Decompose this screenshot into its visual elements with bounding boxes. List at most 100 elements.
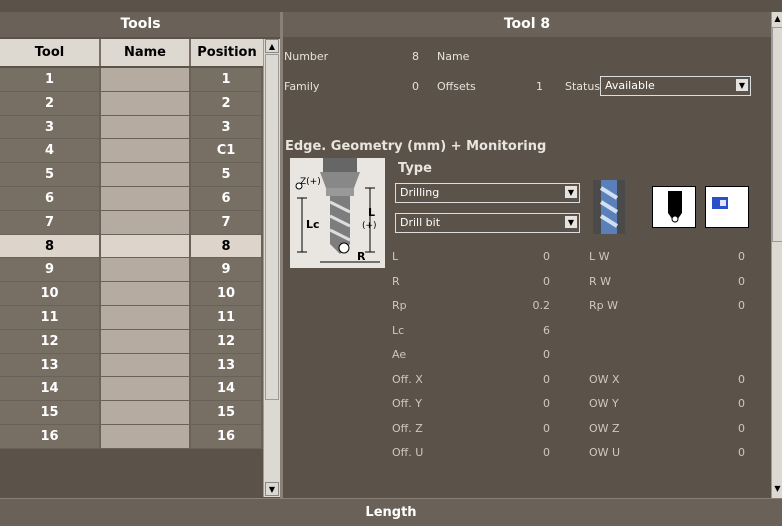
param-value[interactable]: 0.2: [495, 299, 551, 312]
table-row[interactable]: 14 14: [0, 377, 263, 402]
table-row[interactable]: 13 13: [0, 353, 263, 378]
name-cell: [101, 258, 191, 282]
tool-holder-icon[interactable]: [652, 186, 696, 228]
number-label: Number: [284, 50, 329, 63]
status-select[interactable]: Available ▼: [600, 76, 751, 96]
table-row[interactable]: 33: [0, 115, 263, 140]
detail-scrollbar[interactable]: ▲ ▼: [771, 12, 782, 498]
param-value[interactable]: 0: [695, 446, 745, 459]
param-label: OW Z: [589, 421, 620, 435]
chevron-down-icon[interactable]: ▼: [735, 78, 749, 92]
name-cell: [101, 68, 191, 91]
detail-scroll-thumb[interactable]: [772, 27, 782, 242]
status-select-value: Available: [605, 79, 655, 92]
name-cell: [101, 163, 191, 186]
position-cell: 13: [191, 353, 263, 377]
position-cell: 15: [191, 401, 263, 424]
param-value[interactable]: 0: [495, 373, 550, 386]
table-row[interactable]: 11 11: [0, 305, 263, 330]
scroll-up-arrow-icon[interactable]: ▲: [772, 12, 782, 26]
scroll-down-arrow-icon[interactable]: ▼: [265, 482, 279, 496]
tool-cell: 7: [0, 210, 101, 234]
tool-orientation-icon[interactable]: [705, 186, 749, 228]
param-value[interactable]: 0: [495, 397, 550, 410]
param-label: Off. Y: [392, 397, 422, 410]
position-cell: 14: [191, 377, 263, 401]
param-value[interactable]: 0: [495, 422, 550, 435]
table-row[interactable]: 66: [0, 186, 263, 211]
tool-cell: 14: [0, 377, 101, 401]
tool-cell: 8: [0, 234, 101, 258]
family-value[interactable]: 0: [400, 80, 419, 93]
table-row[interactable]: 55: [0, 163, 263, 187]
position-cell: 5: [191, 163, 263, 186]
family-label: Family: [284, 80, 320, 93]
param-value[interactable]: 0: [695, 373, 745, 386]
column-header-position[interactable]: Position: [191, 39, 263, 66]
tools-table-header: Tool Name Position: [0, 39, 263, 66]
subtype-select[interactable]: Drill bit ▼: [395, 213, 580, 233]
position-cell: C1: [191, 139, 263, 163]
table-row[interactable]: 10 10: [0, 282, 263, 306]
chevron-down-icon[interactable]: ▼: [564, 215, 578, 229]
param-value[interactable]: 0: [495, 275, 550, 288]
param-label: R: [392, 274, 400, 288]
param-value[interactable]: 0: [695, 275, 745, 288]
name-cell: [101, 115, 191, 139]
tool-cell: 13: [0, 353, 101, 377]
column-header-tool[interactable]: Tool: [0, 39, 101, 66]
number-value: 8: [412, 50, 419, 63]
param-label: OW U: [589, 446, 621, 459]
tool-cell: 16: [0, 424, 101, 448]
chevron-down-icon[interactable]: ▼: [564, 185, 578, 199]
tool-cell: 5: [0, 163, 101, 186]
position-cell: 2: [191, 91, 263, 115]
table-row[interactable]: 4 C1: [0, 139, 263, 164]
param-label: OW Y: [589, 397, 619, 410]
l-label: L: [368, 206, 375, 219]
param-value[interactable]: 0: [695, 422, 745, 435]
param-value[interactable]: 6: [495, 324, 550, 337]
param-value[interactable]: 0: [695, 397, 745, 410]
table-row[interactable]: 16 16: [0, 424, 263, 449]
param-label: OW X: [589, 372, 620, 386]
name-cell: [101, 139, 191, 163]
lc-label: Lc: [306, 218, 320, 231]
offsets-value[interactable]: 1: [520, 80, 543, 93]
scroll-thumb[interactable]: [265, 54, 279, 400]
tools-scrollbar[interactable]: ▲ ▼: [263, 39, 280, 497]
table-row[interactable]: 15 15: [0, 401, 263, 425]
scroll-up-arrow-icon[interactable]: ▲: [265, 39, 279, 53]
param-label: R W: [589, 274, 612, 288]
table-row[interactable]: 99: [0, 258, 263, 283]
param-value[interactable]: 0: [495, 446, 550, 459]
tool-cell: 15: [0, 401, 101, 424]
table-row[interactable]: 12 12: [0, 329, 263, 354]
position-cell: 1: [191, 68, 263, 91]
table-row[interactable]: 11: [0, 68, 263, 92]
table-row[interactable]: 22: [0, 91, 263, 116]
status-label: Status: [565, 80, 601, 93]
param-label: L W: [589, 250, 610, 263]
tool-detail-title: Tool 8: [283, 12, 771, 37]
column-header-name[interactable]: Name: [101, 39, 191, 66]
scroll-down-arrow-icon[interactable]: ▼: [772, 482, 782, 496]
param-value[interactable]: 0: [695, 299, 745, 312]
offsets-label: Offsets: [437, 80, 476, 93]
param-value[interactable]: 0: [495, 250, 550, 263]
table-row[interactable]: 77: [0, 210, 263, 235]
param-label: Rp: [392, 299, 407, 312]
param-label: Off. X: [392, 372, 423, 386]
param-value[interactable]: 0: [495, 348, 550, 361]
table-row[interactable]: 88: [0, 234, 263, 259]
length-section-header: Length: [0, 498, 782, 526]
name-cell: [101, 234, 191, 258]
name-cell: [101, 282, 191, 305]
param-label: Off. U: [392, 446, 424, 459]
param-value[interactable]: 0: [695, 250, 745, 263]
tool-cell: 10: [0, 282, 101, 305]
param-label: L: [392, 250, 399, 263]
tool-cell: 12: [0, 329, 101, 353]
param-label: Off. Z: [392, 421, 423, 435]
type-select[interactable]: Drilling ▼: [395, 183, 580, 203]
